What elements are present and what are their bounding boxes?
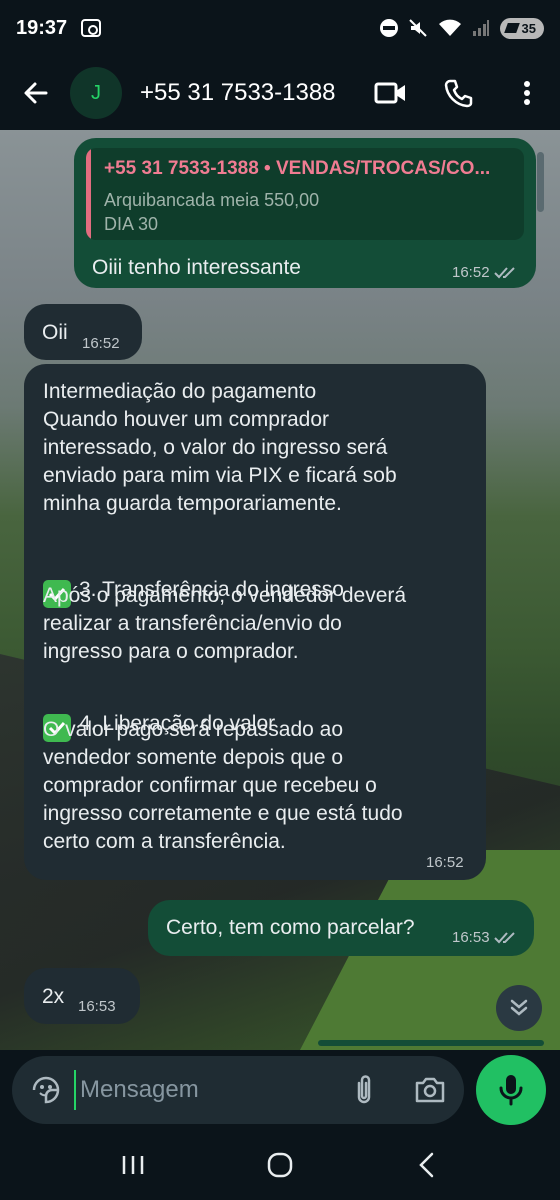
typing-indicator-line: [318, 1040, 544, 1046]
recent-apps-icon: [123, 1156, 144, 1174]
message-time: 16:53: [78, 998, 116, 1015]
recent-apps-button[interactable]: [108, 1140, 158, 1190]
message-paragraph: Intermediação do pagamento Quando houver…: [43, 380, 397, 515]
scroll-to-bottom-button[interactable]: [496, 985, 542, 1031]
camera-icon: [415, 1077, 445, 1103]
attach-button[interactable]: [346, 1070, 382, 1110]
home-icon: [267, 1152, 293, 1178]
sticker-button[interactable]: [26, 1070, 66, 1110]
message-meta: 16:52: [82, 335, 120, 352]
home-button[interactable]: [255, 1140, 305, 1190]
message-text: 2x: [42, 985, 65, 1008]
message-meta: 16:53: [78, 998, 116, 1015]
double-check-icon: [493, 266, 515, 278]
contact-name[interactable]: +55 31 7533-1388: [140, 79, 336, 107]
header-actions: [374, 76, 544, 110]
voice-message-button[interactable]: [476, 1055, 546, 1125]
message-bubble-outgoing[interactable]: +55 31 7533-1388 • VENDAS/TROCAS/CO... A…: [74, 138, 536, 288]
chat-header: J +55 31 7533-1388: [0, 56, 560, 130]
message-time: 16:52: [452, 264, 490, 281]
reply-accent-bar: [86, 148, 91, 240]
signal-icon: [472, 20, 489, 36]
battery-indicator: 35: [499, 17, 544, 39]
sticker-icon: [32, 1076, 60, 1104]
message-bubble-outgoing[interactable]: Certo, tem como parcelar? 16:53: [148, 900, 534, 956]
message-meta: 16:52: [426, 854, 464, 871]
message-paragraph: O valor pago será repassado ao vendedor …: [43, 718, 403, 853]
message-bubble-incoming[interactable]: Oii 16:52: [24, 304, 142, 360]
reply-author: +55 31 7533-1388 • VENDAS/TROCAS/CO...: [104, 158, 491, 179]
message-time: 16:53: [452, 929, 490, 946]
message-text: Oiii tenho interessante: [92, 256, 301, 279]
message-time: 16:52: [82, 335, 120, 352]
more-vertical-icon: [524, 81, 530, 105]
screen-record-icon: [81, 19, 102, 37]
message-input[interactable]: [74, 1070, 324, 1110]
message-bubble-incoming[interactable]: Intermediação do pagamento Quando houver…: [24, 364, 486, 880]
message-text: Oii: [42, 321, 68, 344]
mute-icon: [408, 19, 427, 37]
microphone-icon: [499, 1075, 523, 1106]
back-nav-button[interactable]: [402, 1140, 452, 1190]
do-not-disturb-icon: [379, 19, 398, 37]
video-camera-icon: [374, 82, 405, 104]
video-call-button[interactable]: [374, 76, 408, 110]
chat-area[interactable]: +55 31 7533-1388 • VENDAS/TROCAS/CO... A…: [0, 130, 560, 1050]
reply-text-line: DIA 30: [104, 214, 159, 234]
voice-call-button[interactable]: [442, 76, 476, 110]
back-button[interactable]: [16, 73, 56, 113]
double-chevron-down-icon: [510, 999, 528, 1016]
avatar[interactable]: J: [70, 67, 122, 119]
wifi-icon: [438, 19, 461, 36]
status-icons: 35: [379, 17, 544, 39]
system-navigation-bar: [0, 1130, 560, 1200]
message-time: 16:52: [426, 854, 464, 871]
paperclip-icon: [357, 1075, 371, 1104]
arrow-left-icon: [24, 82, 48, 104]
status-time: 19:37: [16, 16, 68, 39]
phone-icon: [444, 79, 473, 108]
message-text: Certo, tem como parcelar?: [166, 916, 415, 939]
more-options-button[interactable]: [510, 76, 544, 110]
message-paragraph: Após o pagamento, o vendedor deverá real…: [43, 584, 407, 663]
scrollbar[interactable]: [537, 152, 544, 212]
message-composer: [12, 1056, 464, 1124]
message-meta: 16:53: [452, 929, 518, 946]
message-bubble-incoming[interactable]: 2x 16:53: [24, 968, 140, 1024]
chevron-left-icon: [418, 1152, 433, 1178]
double-check-icon: [493, 931, 515, 943]
status-bar: 19:37 35: [0, 0, 560, 56]
message-meta: 16:52: [452, 264, 518, 281]
reply-text-line: Arquibancada meia 550,00: [104, 190, 320, 210]
camera-button[interactable]: [410, 1070, 450, 1110]
reply-quote[interactable]: +55 31 7533-1388 • VENDAS/TROCAS/CO... A…: [86, 148, 524, 240]
